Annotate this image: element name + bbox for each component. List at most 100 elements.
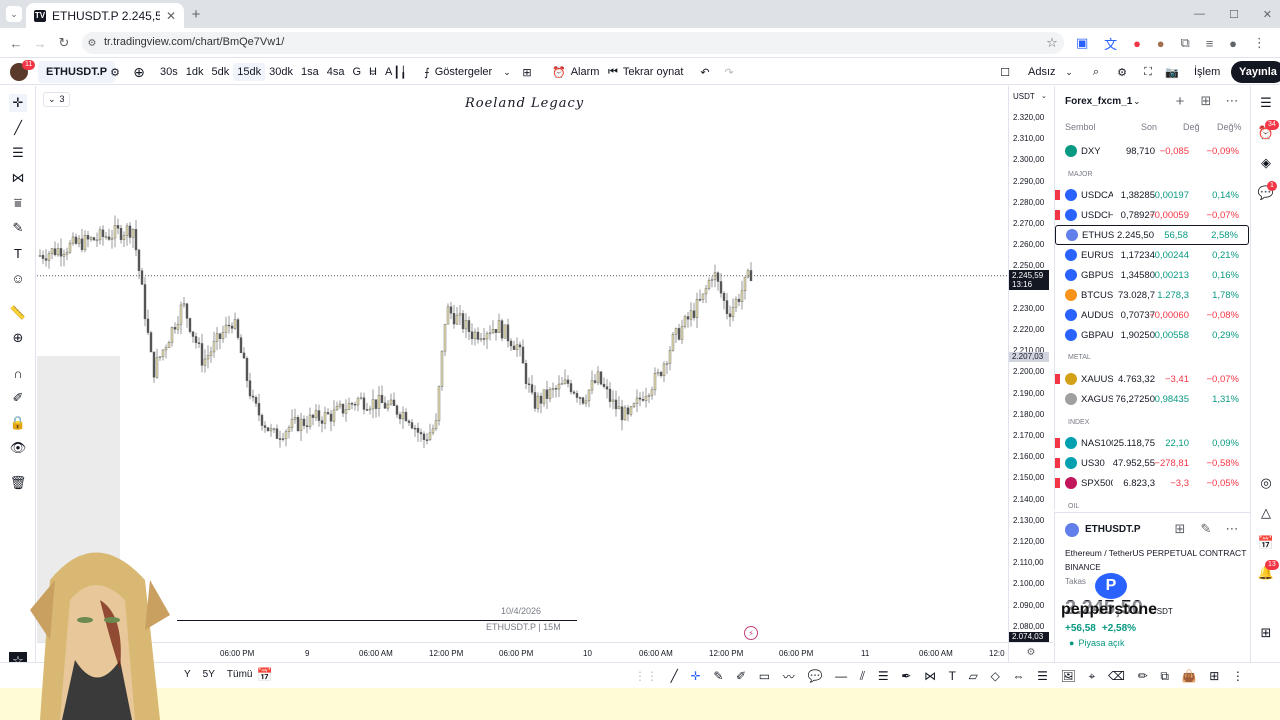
watchlist-row[interactable]: GBPAUD 1,902500,00558 0,29% [1055, 325, 1249, 345]
watchlist-row[interactable]: DXY 98,710 −0,085 −0,09% [1055, 141, 1249, 161]
text-tool-icon[interactable]: T [9, 244, 27, 262]
back-icon[interactable]: ← [8, 35, 24, 51]
arrow-icon[interactable]: ⇔ [1012, 669, 1024, 683]
emoji-icon[interactable]: ☺ [9, 269, 27, 287]
puzzle-icon[interactable]: ⧉ [1181, 35, 1190, 51]
flag-marker[interactable] [1055, 190, 1060, 200]
close-tab-icon[interactable]: ✕ [166, 9, 176, 23]
callout-icon[interactable]: 💬 [807, 669, 822, 683]
ideas-icon[interactable]: △ [1257, 504, 1275, 522]
flag-marker[interactable] [1055, 458, 1060, 468]
flag-marker[interactable] [1055, 374, 1060, 384]
watchlist-group-header[interactable]: METAL [1068, 354, 1091, 361]
interval-30s[interactable]: 30s [156, 63, 182, 81]
flag-marker[interactable] [1055, 438, 1060, 448]
new-tab-icon[interactable]: + [188, 6, 204, 23]
browser-tab[interactable]: TV ETHUSDT.P 2.245,50 ▲ +2,58% ✕ [26, 3, 184, 28]
crosshair-icon[interactable]: ✛ [691, 669, 701, 683]
trade-button[interactable]: İşlem [1194, 61, 1220, 83]
target-icon[interactable]: ◎ [1257, 474, 1275, 492]
watchlist-row[interactable]: ETHUSDT2.245,50 56,58 2,58% [1055, 225, 1249, 245]
watchlist-name[interactable]: Forex_fxcm_1 [1065, 96, 1132, 107]
fib-retracement-icon[interactable]: ☰ [878, 669, 889, 683]
calendar-icon[interactable]: 📅 [1257, 534, 1275, 552]
media-icon[interactable]: ≡ [1206, 36, 1214, 51]
range-5Y[interactable]: 5Y [203, 669, 215, 680]
magnet-icon[interactable]: ∩ [9, 364, 27, 382]
go-to-date-icon[interactable]: 📅 [257, 667, 273, 682]
grid-icon[interactable]: ⊞ [1209, 669, 1219, 683]
profile-avatar-icon[interactable]: ● [1229, 36, 1237, 51]
tab-search-icon[interactable]: ⌄ [6, 6, 22, 22]
maximize-icon[interactable]: ☐ [1229, 8, 1239, 21]
copy-icon[interactable]: ⧉ [1160, 669, 1169, 684]
pencil-icon[interactable]: ✏ [1138, 669, 1148, 683]
layers-icon[interactable]: ◈ [1257, 154, 1275, 172]
details-symbol[interactable]: ETHUSDT.P [1085, 524, 1141, 535]
flag-marker[interactable] [1055, 210, 1060, 220]
price-axis[interactable]: USDT ⌄ 2.320,00 2.310,00 2.300,00 2.290,00 2… [1008, 86, 1053, 662]
column-last[interactable]: Son [1141, 122, 1157, 132]
watchlist-group-header[interactable]: MAJOR [1068, 171, 1093, 178]
pattern-icon[interactable]: ⋈ [9, 169, 27, 187]
zoom-in-icon[interactable]: ⊕ [9, 329, 27, 347]
crosshair-icon[interactable]: ✛ [9, 94, 27, 112]
extension-icon[interactable]: ▣ [1076, 35, 1088, 51]
watchlist-row[interactable]: USDCAD 1,382850,00197 0,14% [1055, 185, 1249, 205]
more-menu-icon[interactable]: ⋮ [1253, 35, 1266, 51]
interval-dropdown-icon[interactable]: ⌄ [368, 61, 378, 83]
horizontal-ray-icon[interactable]: — [835, 669, 847, 683]
watchlist-row[interactable]: NAS100 25.118,75 22,10 0,09% [1055, 433, 1249, 453]
parallel-channel-icon[interactable]: ⫽ [860, 669, 865, 684]
forward-icon[interactable]: → [32, 35, 48, 51]
window-controls[interactable]: — ☐ ✕ [1194, 6, 1272, 22]
quick-search-icon[interactable]: ⌕ [1088, 61, 1104, 83]
brush-icon[interactable]: ✎ [9, 219, 27, 237]
pen-icon[interactable]: ✒ [901, 669, 911, 683]
compare-add-icon[interactable]: ⊕ [132, 61, 146, 83]
trend-line-icon[interactable]: ╱ [9, 119, 27, 137]
watchlist-row[interactable]: GBPUSD 1,345800,00213 0,16% [1055, 265, 1249, 285]
range-Tümü[interactable]: Tümü [227, 669, 253, 680]
watchlist-row[interactable]: BTCUSD 73.028,71.278,3 1,78% [1055, 285, 1249, 305]
redo-icon[interactable]: ↷ [722, 61, 736, 83]
interval-G[interactable]: G [348, 63, 365, 81]
symbol-search-button[interactable]: ETHUSDT.P [38, 61, 116, 83]
interval-1sa[interactable]: 1sa [297, 63, 323, 81]
watchlist-layout-icon[interactable]: ⊞ [1199, 93, 1213, 108]
symbol-settings-icon[interactable]: ⚙ [108, 61, 122, 83]
watchlist-row[interactable]: XAGUSD76,272500,98435 1,31% [1055, 389, 1249, 409]
add-symbol-icon[interactable]: + [1173, 93, 1187, 110]
eraser-icon[interactable]: ⌫ [1108, 669, 1125, 683]
label-icon[interactable]: ▱ [969, 669, 978, 683]
currency-dropdown-icon[interactable]: ⌄ [1041, 92, 1047, 100]
publish-button[interactable]: Yayınla [1231, 61, 1280, 83]
undo-icon[interactable]: ↶ [698, 61, 712, 83]
watchlist-row[interactable]: SPX500 6.823,3 −3,3 −0,05% [1055, 473, 1249, 493]
watchlist-row[interactable]: US30 47.952,55 −278,81 −0,58% [1055, 453, 1249, 473]
chart-settings-icon[interactable]: ⚙ [1114, 61, 1130, 83]
column-symbol[interactable]: Sembol [1065, 122, 1096, 132]
bag-icon[interactable]: 👜 [1182, 669, 1197, 683]
shape-icon[interactable]: ◇ [991, 669, 1000, 683]
brush-icon[interactable]: ✎ [713, 669, 723, 683]
lock-icon[interactable]: 🔒 [9, 414, 27, 432]
layout-name[interactable]: Adsız [1028, 61, 1056, 83]
path-icon[interactable]: 〰 [783, 668, 795, 685]
interval-1dk[interactable]: 1dk [182, 63, 208, 81]
eye-icon[interactable]: 👁 [9, 439, 27, 457]
fib-icon[interactable]: ⩸ [9, 194, 27, 212]
extension-icon[interactable]: ● [1133, 36, 1141, 51]
event-lightning-icon[interactable]: ⚡ [744, 626, 758, 640]
trend-line-icon[interactable]: ╱ [671, 669, 678, 683]
watchlist-row[interactable]: XAUUSD 4.763,32 −3,41 −0,07% [1055, 369, 1249, 389]
reload-icon[interactable]: ↻ [56, 35, 72, 51]
column-change[interactable]: Değ [1183, 122, 1200, 132]
candle-type-icon[interactable]: ┃╽ [392, 61, 408, 83]
edit-icon[interactable]: ✎ [1199, 521, 1213, 536]
minimize-icon[interactable]: — [1194, 8, 1205, 20]
symbol-description[interactable]: Ethereum / TetherUS PERPETUAL CONTRACT [1065, 548, 1246, 558]
interval-5dk[interactable]: 5dk [208, 63, 234, 81]
templates-icon[interactable]: ⊞ [520, 61, 534, 83]
text-icon[interactable]: T [949, 669, 956, 683]
